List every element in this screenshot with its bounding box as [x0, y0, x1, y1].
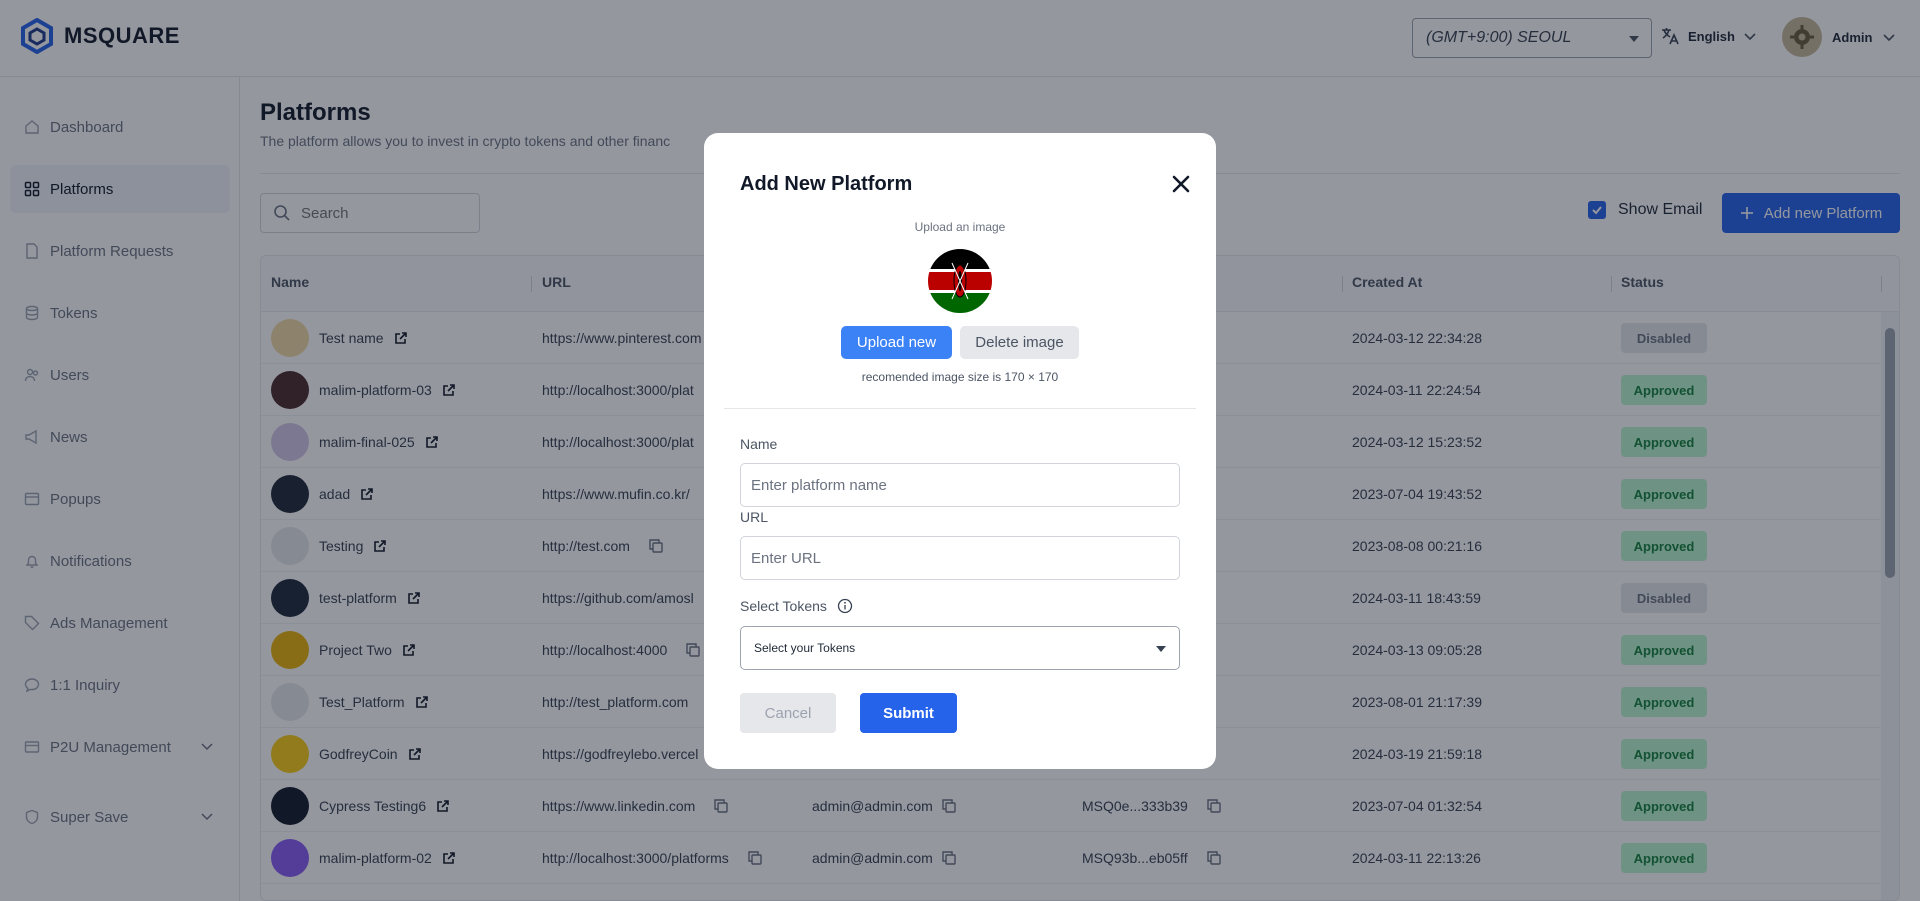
tokens-select[interactable]: Select your Tokens	[740, 626, 1180, 670]
cancel-button[interactable]: Cancel	[740, 693, 836, 733]
delete-image-button[interactable]: Delete image	[960, 326, 1079, 359]
info-icon[interactable]	[837, 598, 853, 614]
divider	[724, 408, 1196, 409]
platform-name-input[interactable]	[740, 463, 1180, 507]
tokens-select-value: Select your Tokens	[754, 641, 856, 655]
platform-image-preview	[928, 249, 992, 313]
chevron-down-icon	[1156, 646, 1166, 652]
modal-title: Add New Platform	[740, 173, 913, 195]
recommended-size-hint: recomended image size is 170 × 170	[861, 370, 1059, 384]
platform-url-input[interactable]	[740, 536, 1180, 580]
submit-button[interactable]: Submit	[860, 693, 957, 733]
url-label: URL	[740, 509, 769, 525]
name-label: Name	[740, 436, 778, 452]
add-platform-modal: Add New Platform Upload an image Upload …	[704, 133, 1216, 769]
upload-label: Upload an image	[914, 220, 1006, 234]
select-tokens-label: Select Tokens	[740, 598, 827, 614]
close-icon[interactable]	[1170, 173, 1192, 195]
upload-image-button[interactable]: Upload new	[841, 326, 952, 359]
select-tokens-label-row: Select Tokens	[740, 598, 853, 614]
